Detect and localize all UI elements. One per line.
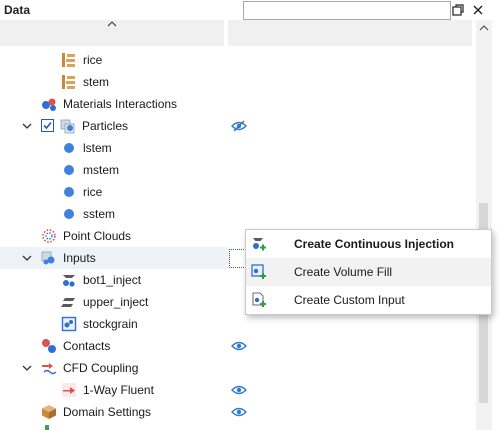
menu-item-create-continuous-injection[interactable]: Create Continuous Injection (246, 230, 491, 258)
tree-row-label: stockgrain (83, 317, 138, 331)
tree-row-domain-settings[interactable]: Domain Settings (0, 401, 476, 423)
tree-row-particle-sstem[interactable]: sstem (0, 203, 476, 225)
sort-ascending-icon[interactable] (106, 20, 118, 28)
tree-row-label: Point Clouds (63, 229, 132, 243)
menu-item-create-volume-fill[interactable]: Create Volume Fill (246, 258, 491, 286)
tree-row-label: 1-Way Fluent (83, 383, 154, 397)
continuous-injection-add-icon (253, 238, 266, 251)
menu-item-label: Create Volume Fill (294, 265, 393, 279)
tree-row-1-way-fluent[interactable]: 1-Way Fluent (0, 379, 476, 401)
next-row-icon (45, 425, 49, 430)
eye-hidden-icon[interactable] (231, 120, 247, 132)
chevron-down-icon[interactable] (21, 120, 33, 132)
menu-item-label: Create Continuous Injection (294, 237, 455, 251)
scroll-up-icon[interactable] (477, 23, 491, 33)
material-brick-icon (62, 53, 75, 67)
tree-row-particle-lstem[interactable]: lstem (0, 137, 476, 159)
tree-row-material-stem[interactable]: stem (0, 71, 476, 93)
particle-dot-icon (61, 184, 77, 200)
column-header[interactable] (0, 20, 472, 46)
tree-row-label: sstem (83, 207, 116, 221)
chevron-down-icon[interactable] (21, 362, 33, 374)
custom-input-add-icon (252, 292, 266, 307)
tree-row-cfd-coupling[interactable]: CFD Coupling (0, 357, 476, 379)
context-menu: Create Continuous Injection Create Volum… (245, 229, 492, 315)
eye-icon[interactable] (231, 406, 247, 418)
contacts-icon (42, 339, 56, 353)
tree-row-particles[interactable]: Particles (0, 115, 476, 137)
tree-row-stockgrain[interactable]: stockgrain (0, 313, 476, 335)
column-divider[interactable] (224, 20, 228, 46)
chevron-down-icon[interactable] (21, 252, 33, 264)
search-input[interactable] (243, 1, 451, 20)
tree-row-label: bot1_inject (83, 273, 142, 287)
panel-title: Data (4, 3, 31, 17)
tree-row-particle-mstem[interactable]: mstem (0, 159, 476, 181)
tree-row-label: upper_inject (83, 295, 149, 309)
domain-settings-icon (42, 405, 56, 419)
tree-row-label: Contacts (63, 339, 111, 353)
continuous-injection-icon (63, 275, 75, 287)
inputs-icon (41, 251, 55, 265)
fluent-icon (62, 383, 76, 397)
tree-row-particle-rice[interactable]: rice (0, 181, 476, 203)
tree-row-label: mstem (83, 163, 119, 177)
volume-fill-add-icon (251, 264, 266, 279)
materials-interactions-icon (42, 98, 56, 111)
tree-row-label: rice (83, 53, 103, 67)
volume-fill-icon (61, 316, 77, 332)
injection-icon (61, 298, 75, 307)
menu-item-label: Create Custom Input (294, 293, 405, 307)
checkmark-icon (43, 121, 52, 130)
tree-row-label: Materials Interactions (63, 97, 178, 111)
particle-dot-icon (61, 206, 77, 222)
tree-row-label: lstem (83, 141, 112, 155)
eye-icon[interactable] (231, 340, 247, 352)
particles-visibility-checkbox[interactable] (41, 119, 54, 132)
particle-dot-icon (61, 162, 77, 178)
close-icon[interactable] (470, 2, 486, 18)
tree-row-material-rice[interactable]: rice (0, 49, 476, 71)
restore-window-icon[interactable] (450, 2, 466, 18)
tree-row-label: stem (83, 75, 110, 89)
tree-row-label: Domain Settings (63, 405, 152, 419)
tree-row-materials-interactions[interactable]: Materials Interactions (0, 93, 476, 115)
tree-row-label: Inputs (63, 251, 96, 265)
tree-row-label: Particles (82, 119, 129, 133)
particles-icon (60, 119, 75, 134)
menu-item-create-custom-input[interactable]: Create Custom Input (246, 286, 491, 314)
eye-icon[interactable] (231, 384, 247, 396)
tree-row-contacts[interactable]: Contacts (0, 335, 476, 357)
tree-row-label: CFD Coupling (63, 361, 139, 375)
point-clouds-icon (42, 229, 56, 243)
focus-indicator (229, 249, 244, 268)
material-brick-icon (62, 75, 75, 89)
cfd-coupling-icon (42, 363, 57, 375)
tree-row-label: rice (83, 185, 103, 199)
particle-dot-icon (61, 140, 77, 156)
tree-row-inputs[interactable]: Inputs (0, 247, 229, 269)
